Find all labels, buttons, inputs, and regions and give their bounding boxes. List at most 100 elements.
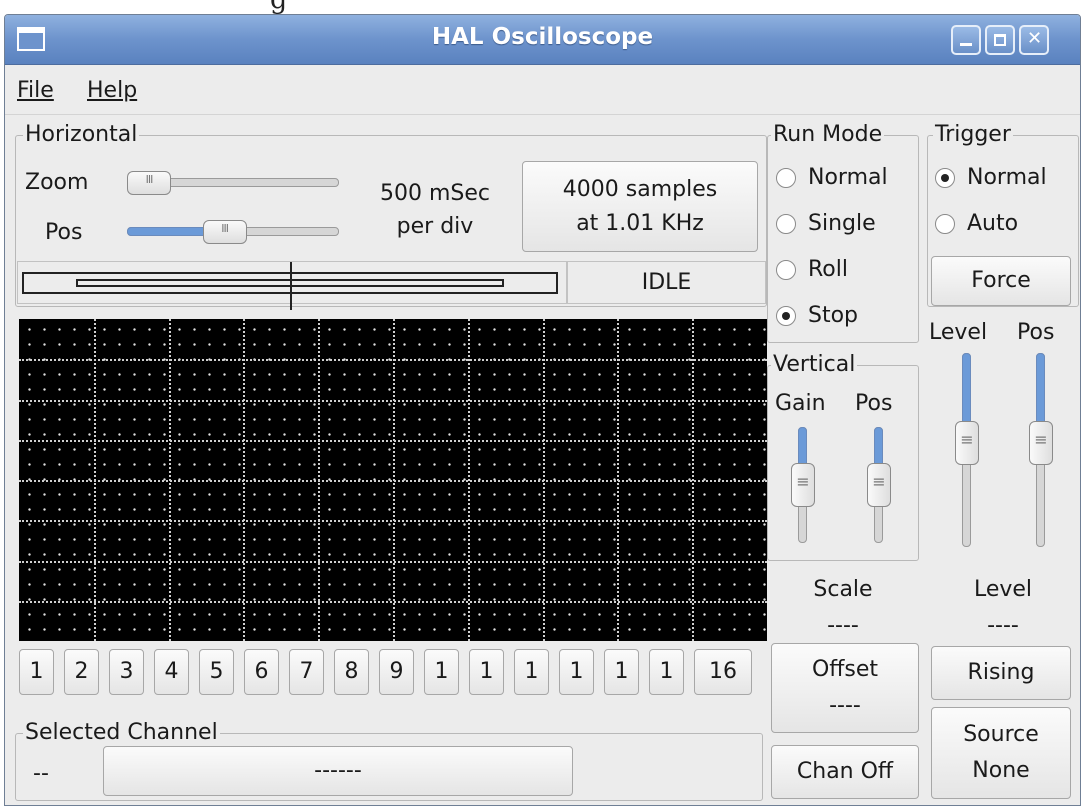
trigger-level-label: Level <box>929 320 988 345</box>
scale-label: Scale <box>813 577 873 602</box>
radio-indicator <box>776 305 796 326</box>
channel-button-3[interactable]: 3 <box>109 649 144 695</box>
channel-button-5[interactable]: 5 <box>199 649 234 695</box>
status-text: IDLE <box>641 270 692 295</box>
force-button[interactable]: Force <box>931 256 1071 306</box>
channel-button-15[interactable]: 1 <box>649 649 684 695</box>
radio-label: Single <box>808 211 876 236</box>
channel-button-4[interactable]: 4 <box>154 649 189 695</box>
minimize-icon <box>960 34 972 46</box>
channel-button-8[interactable]: 8 <box>334 649 369 695</box>
channel-button-9[interactable]: 9 <box>379 649 414 695</box>
scope-display[interactable] <box>19 319 767 641</box>
channel-button-label: 1 <box>614 659 629 684</box>
pos-label: Pos <box>45 220 83 245</box>
run-mode-radio-roll[interactable]: Roll <box>776 257 848 282</box>
channel-button-label: 7 <box>299 659 314 684</box>
channel-button-2[interactable]: 2 <box>64 649 99 695</box>
chan-off-button[interactable]: Chan Off <box>771 745 919 799</box>
samples-line2: at 1.01 KHz <box>576 210 704 236</box>
channel-button-label: 8 <box>344 659 359 684</box>
force-button-label: Force <box>971 268 1031 293</box>
samples-line1: 4000 samples <box>562 176 718 202</box>
zoom-slider-thumb[interactable] <box>127 171 171 195</box>
scope-grid-hline <box>19 440 767 442</box>
title-bar[interactable]: HAL Oscilloscope ✕ <box>5 15 1080 65</box>
channel-button-label: 1 <box>434 659 449 684</box>
channel-button-12[interactable]: 1 <box>514 649 549 695</box>
channel-button-label: 2 <box>74 659 89 684</box>
channel-button-label: 6 <box>254 659 269 684</box>
channel-button-label: 1 <box>29 659 44 684</box>
scope-grid-hline <box>19 400 767 402</box>
minimize-button[interactable] <box>951 25 981 55</box>
menu-file[interactable]: File <box>17 78 54 103</box>
channel-button-label: 1 <box>524 659 539 684</box>
window-title: HAL Oscilloscope <box>431 24 654 50</box>
trigger-level-caption: Level <box>973 577 1033 602</box>
channel-button-label: 1 <box>569 659 584 684</box>
gain-slider-thumb[interactable] <box>791 463 815 507</box>
trigger-label: Trigger <box>933 122 1013 147</box>
selected-channel-name-button[interactable]: ------ <box>103 746 573 796</box>
trigger-pos-slider-thumb[interactable] <box>1029 420 1053 465</box>
oscilloscope-window: HAL Oscilloscope ✕ File Help Horizontal … <box>4 14 1081 806</box>
samples-button[interactable]: 4000 samples at 1.01 KHz <box>522 161 758 252</box>
zoom-label: Zoom <box>25 170 89 195</box>
channel-button-label: 9 <box>389 659 404 684</box>
trigger-pos-label: Pos <box>1017 320 1055 345</box>
run-mode-radio-stop[interactable]: Stop <box>776 303 858 328</box>
radio-indicator <box>935 213 955 234</box>
record-position-bar[interactable] <box>17 261 567 310</box>
channel-button-13[interactable]: 1 <box>559 649 594 695</box>
trigger-source-button[interactable]: Source None <box>931 707 1071 799</box>
pos-slider-thumb[interactable] <box>202 220 247 244</box>
maximize-button[interactable] <box>985 25 1015 55</box>
close-icon: ✕ <box>1027 28 1043 49</box>
channel-button-14[interactable]: 1 <box>604 649 639 695</box>
channel-button-16[interactable]: 16 <box>694 649 752 695</box>
channel-button-10[interactable]: 1 <box>424 649 459 695</box>
vertical-pos-label: Pos <box>855 391 893 416</box>
vertical-pos-slider-thumb[interactable] <box>867 463 891 507</box>
radio-label: Stop <box>808 303 859 328</box>
radio-indicator <box>776 213 796 234</box>
run-mode-radio-single[interactable]: Single <box>776 211 876 236</box>
offset-button-label: Offset <box>811 657 879 682</box>
trigger-mode-radio-auto[interactable]: Auto <box>935 211 1018 236</box>
offset-button-value: ---- <box>829 693 861 718</box>
trigger-level-slider-thumb[interactable] <box>955 420 979 465</box>
channel-button-1[interactable]: 1 <box>19 649 54 695</box>
run-mode-radio-normal[interactable]: Normal <box>776 165 888 190</box>
trigger-edge-label: Rising <box>967 660 1035 685</box>
radio-label: Normal <box>967 165 1047 190</box>
radio-indicator <box>776 259 796 280</box>
menu-file-label: File <box>17 78 54 103</box>
channel-button-11[interactable]: 1 <box>469 649 504 695</box>
horizontal-frame-label: Horizontal <box>23 122 140 147</box>
channel-button-label: 1 <box>659 659 674 684</box>
channel-button-label: 5 <box>209 659 224 684</box>
rate-readout: 500 mSec per div <box>365 177 505 243</box>
gain-label: Gain <box>775 391 826 416</box>
close-button[interactable]: ✕ <box>1019 25 1049 55</box>
radio-label: Auto <box>967 211 1019 236</box>
scope-grid-hline <box>19 561 767 563</box>
radio-label: Normal <box>808 165 888 190</box>
channel-button-label: 16 <box>709 659 737 684</box>
trigger-source-line1: Source <box>963 722 1039 747</box>
status-box: IDLE <box>567 261 766 304</box>
menu-help[interactable]: Help <box>87 78 137 103</box>
channel-button-6[interactable]: 6 <box>244 649 279 695</box>
channel-button-7[interactable]: 7 <box>289 649 324 695</box>
run-mode-label: Run Mode <box>771 122 885 147</box>
radio-indicator <box>935 167 955 188</box>
chan-off-label: Chan Off <box>796 759 894 784</box>
radio-indicator <box>776 167 796 188</box>
scope-grid-hline <box>19 601 767 603</box>
trigger-edge-button[interactable]: Rising <box>931 646 1071 700</box>
trigger-mode-radio-normal[interactable]: Normal <box>935 165 1047 190</box>
offset-button[interactable]: Offset ---- <box>771 643 919 733</box>
maximize-icon <box>994 34 1006 46</box>
scope-grid-hline <box>19 520 767 522</box>
